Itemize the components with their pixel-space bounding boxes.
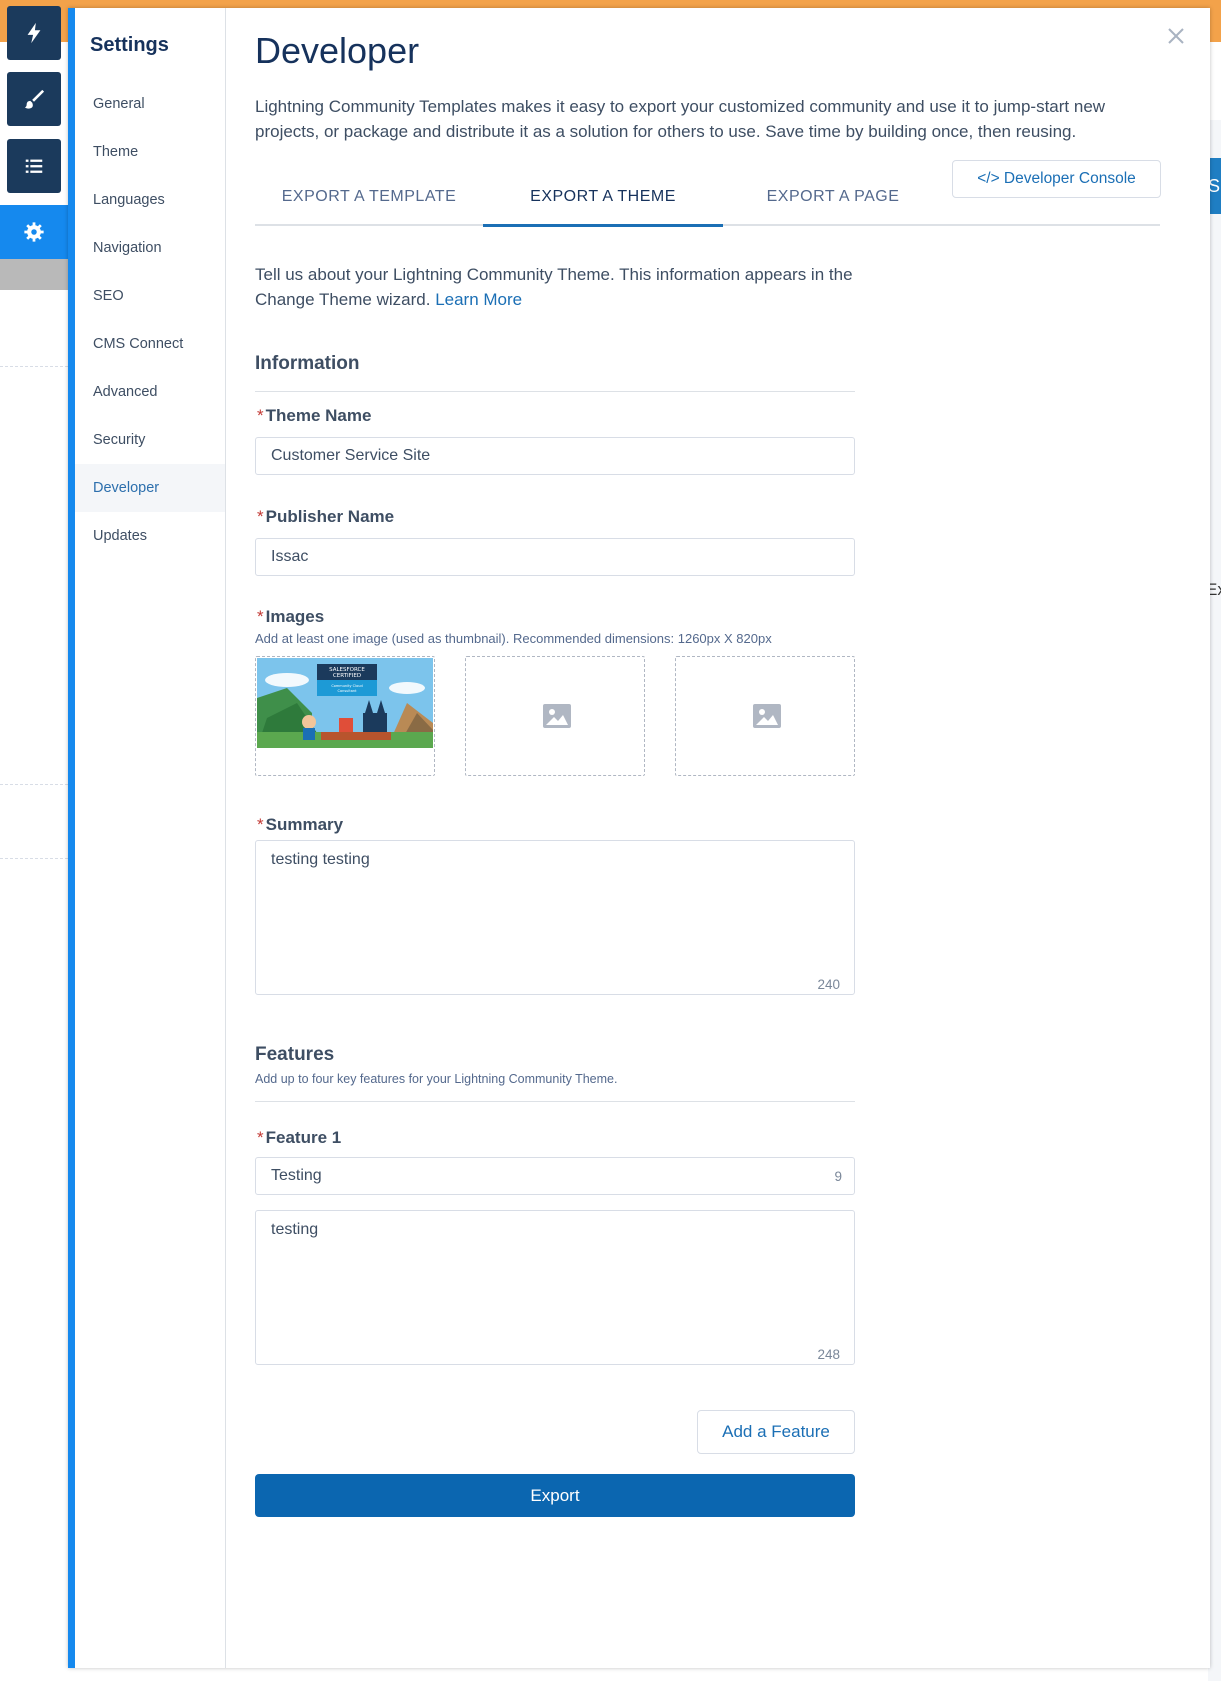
rail-branding-button[interactable] [7, 72, 61, 126]
image-placeholder-icon [753, 704, 781, 728]
required-marker: * [257, 507, 264, 526]
feature-1-title-counter: 9 [834, 1169, 842, 1184]
background-divider [0, 784, 68, 785]
summary-label: * Summary [257, 815, 343, 835]
close-icon [1168, 28, 1184, 44]
nav-item-general[interactable]: General [75, 80, 225, 128]
close-button[interactable] [1164, 24, 1188, 48]
theme-description: Tell us about your Lightning Community T… [255, 262, 855, 312]
image-slot-2[interactable] [465, 656, 645, 776]
feature-1-description-value: testing [271, 1221, 319, 1238]
paintbrush-icon [24, 89, 45, 109]
nav-item-seo[interactable]: SEO [75, 272, 225, 320]
feature-1-label: * Feature 1 [257, 1128, 341, 1148]
add-feature-button[interactable]: Add a Feature [697, 1410, 855, 1454]
images-label: * Images [257, 607, 324, 627]
feature-1-description-counter: 248 [817, 1347, 840, 1362]
developer-console-button[interactable]: </> Developer Console [952, 160, 1161, 198]
rail-lightning-button[interactable] [7, 6, 61, 60]
images-hint: Add at least one image (used as thumbnai… [255, 631, 772, 646]
information-heading: Information [255, 353, 360, 374]
nav-item-navigation[interactable]: Navigation [75, 224, 225, 272]
nav-item-cms-connect[interactable]: CMS Connect [75, 320, 225, 368]
feature-1-title-input[interactable]: Testing 9 [255, 1157, 855, 1195]
summary-value: testing testing [271, 851, 370, 868]
information-divider [255, 391, 855, 392]
image-placeholder-icon [543, 704, 571, 728]
feature-1-label-text: Feature 1 [265, 1128, 342, 1147]
nav-item-advanced[interactable]: Advanced [75, 368, 225, 416]
publisher-name-input[interactable]: Issac [255, 538, 855, 576]
background-divider [0, 858, 68, 859]
settings-title: Settings [90, 34, 169, 56]
rail-settings-button[interactable] [0, 205, 68, 259]
tab-export-theme[interactable]: EXPORT A THEME [483, 168, 723, 227]
features-subtitle: Add up to four key features for your Lig… [255, 1072, 618, 1086]
export-button[interactable]: Export [255, 1474, 855, 1517]
gear-icon [24, 222, 44, 242]
summary-char-counter: 240 [817, 977, 840, 992]
thumbnail-image: SALESFORCE CERTIFIED Community Cloud Con… [257, 658, 433, 748]
publisher-name-label: * Publisher Name [257, 507, 394, 527]
background-divider [0, 366, 68, 367]
required-marker: * [257, 406, 264, 425]
thumbnail-badge-line4: Consultant [338, 689, 358, 693]
summary-label-text: Summary [265, 815, 344, 834]
required-marker: * [257, 1128, 264, 1147]
feature-1-description-textarea[interactable]: testing 248 [255, 1210, 855, 1365]
tab-export-template[interactable]: EXPORT A TEMPLATE [255, 168, 483, 226]
features-divider [255, 1101, 855, 1102]
tab-export-page[interactable]: EXPORT A PAGE [723, 168, 943, 226]
page-intro: Lightning Community Templates makes it e… [255, 97, 1106, 141]
nav-item-updates[interactable]: Updates [75, 512, 225, 560]
theme-name-label: * Theme Name [257, 406, 371, 426]
summary-textarea[interactable]: testing testing 240 [255, 840, 855, 995]
nav-item-security[interactable]: Security [75, 416, 225, 464]
theme-name-input[interactable]: Customer Service Site [255, 437, 855, 475]
lightning-icon [27, 22, 41, 44]
list-icon [25, 159, 43, 173]
images-label-text: Images [265, 607, 325, 626]
page-title: Developer [255, 30, 420, 71]
nav-item-languages[interactable]: Languages [75, 176, 225, 224]
publisher-name-label-text: Publisher Name [265, 507, 395, 526]
settings-panel: Settings General Theme Languages Navigat… [68, 8, 1210, 1668]
feature-1-title-value: Testing [271, 1167, 322, 1184]
rail-pages-button[interactable] [7, 139, 61, 193]
features-heading: Features [255, 1044, 335, 1065]
image-slot-1[interactable]: SALESFORCE CERTIFIED Community Cloud Con… [255, 656, 435, 776]
required-marker: * [257, 607, 264, 626]
nav-item-theme[interactable]: Theme [75, 128, 225, 176]
image-slot-3[interactable] [675, 656, 855, 776]
settings-nav: Settings General Theme Languages Navigat… [75, 8, 226, 1668]
description-text: Tell us about your Lightning Community T… [255, 265, 853, 309]
learn-more-link[interactable]: Learn More [435, 290, 522, 309]
nav-item-developer[interactable]: Developer [75, 464, 225, 512]
theme-name-label-text: Theme Name [265, 406, 372, 425]
thumbnail-badge-line3: Community Cloud [331, 684, 362, 688]
thumbnail-badge-line2: CERTIFIED [333, 673, 361, 679]
required-marker: * [257, 815, 264, 834]
